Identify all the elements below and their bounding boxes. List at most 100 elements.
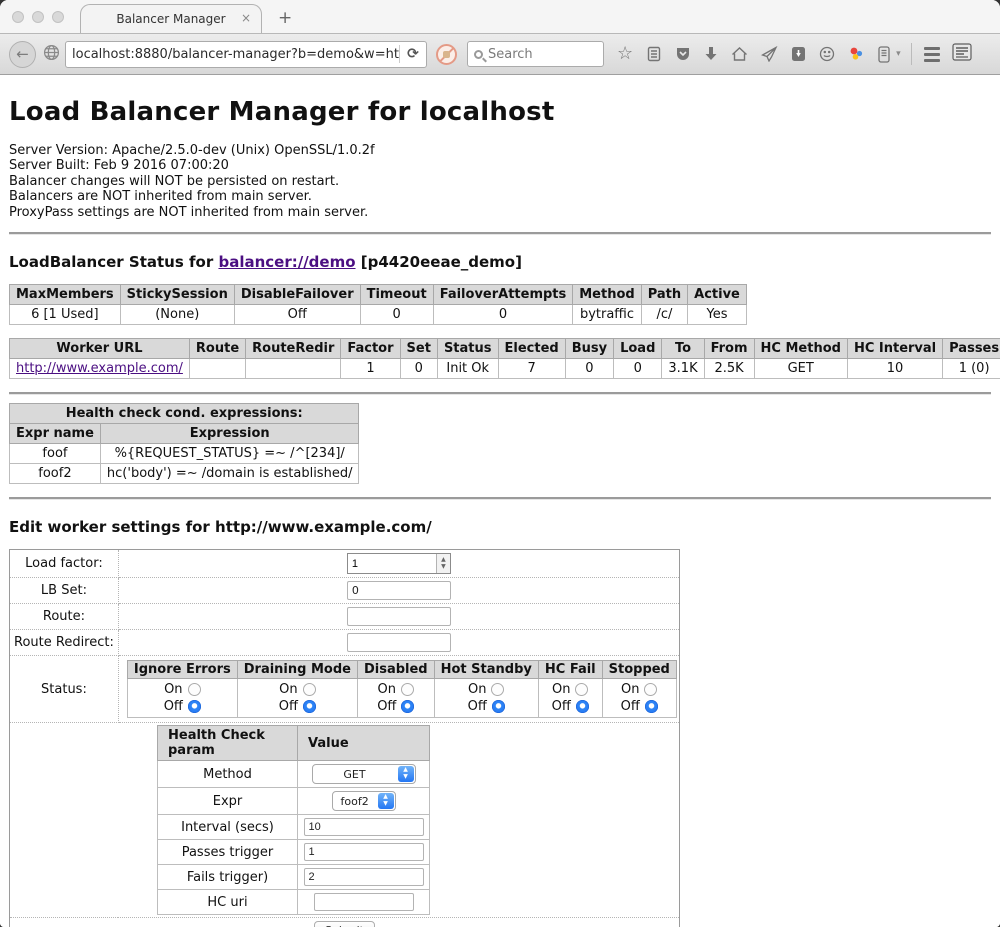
stopped-off-radio[interactable] <box>645 700 658 713</box>
hot-standby-on-radio[interactable] <box>491 683 504 696</box>
hc-uri-label: HC uri <box>158 890 298 915</box>
ignore-errors-off-radio[interactable] <box>188 700 201 713</box>
minimize-window-button[interactable] <box>32 11 44 23</box>
status-draining-mode-cell: On Off <box>237 679 357 718</box>
hc-passes-input[interactable] <box>304 843 424 861</box>
divider <box>9 232 991 235</box>
status-disabled-cell: On Off <box>357 679 434 718</box>
form-row-lb-set: LB Set: <box>10 578 680 604</box>
hc-interval-input[interactable] <box>304 818 424 836</box>
note-proxypass: ProxyPass settings are NOT inherited fro… <box>9 205 991 220</box>
lb-set-label: LB Set: <box>10 578 119 604</box>
ignore-errors-on-radio[interactable] <box>188 683 201 696</box>
route-input[interactable] <box>347 607 451 626</box>
spinner-arrows-icon[interactable]: ▲▼ <box>436 554 450 573</box>
load-factor-input[interactable] <box>348 554 436 573</box>
hc-fails-label: Fails trigger) <box>158 865 298 890</box>
hc-fails-input[interactable] <box>304 868 424 886</box>
server-info: Server Version: Apache/2.5.0-dev (Unix) … <box>9 143 991 220</box>
window-controls[interactable] <box>12 11 64 23</box>
table-row: 6 [1 Used] (None) Off 0 0 bytraffic /c/ … <box>10 305 747 325</box>
hc-fail-on-radio[interactable] <box>575 683 588 696</box>
hot-standby-off-radio[interactable] <box>492 700 505 713</box>
page-title: Load Balancer Manager for localhost <box>9 75 991 127</box>
load-factor-stepper[interactable]: ▲▼ <box>347 553 451 574</box>
worker-status-table: Worker URL Route RouteRedir Factor Set S… <box>9 338 1000 379</box>
form-row-route: Route: <box>10 604 680 630</box>
hc-interval-label: Interval (secs) <box>158 815 298 840</box>
edit-worker-heading: Edit worker settings for http://www.exam… <box>9 518 991 536</box>
edit-worker-form: Load factor: ▲▼ LB Set: Route: Route Red… <box>9 549 680 927</box>
form-row-load-factor: Load factor: ▲▼ <box>10 550 680 578</box>
tab-bar: Balancer Manager × + <box>0 0 1000 34</box>
hc-fail-off-radio[interactable] <box>576 700 589 713</box>
search-placeholder: Search <box>488 47 533 62</box>
reload-icon[interactable]: ⟳ <box>400 46 426 62</box>
save-to-device-icon[interactable] <box>791 46 806 62</box>
select-arrows-icon: ▲▼ <box>398 766 414 782</box>
pocket-icon[interactable] <box>675 46 691 62</box>
disabled-on-radio[interactable] <box>401 683 414 696</box>
feedback-smiley-icon[interactable] <box>819 46 835 62</box>
page-content: Load Balancer Manager for localhost Serv… <box>0 75 1000 927</box>
status-hc-fail-cell: On Off <box>538 679 602 718</box>
server-version: Server Version: Apache/2.5.0-dev (Unix) … <box>9 143 991 158</box>
hc-expr-select[interactable]: foof2 ▲▼ <box>332 791 396 811</box>
hc-expressions-title: Health check cond. expressions: <box>10 404 359 424</box>
content-blocked-icon[interactable] <box>436 44 457 65</box>
grid-icon[interactable] <box>952 43 972 65</box>
balancer-status-heading: LoadBalancer Status for balancer://demo … <box>9 253 991 271</box>
toolbar-buttons: ☆ <box>617 45 901 63</box>
nav-toolbar: ← localhost:8880/balancer-manager?b=demo… <box>0 34 1000 75</box>
hamburger-menu-icon[interactable] <box>924 47 940 62</box>
route-redirect-input[interactable] <box>347 633 451 652</box>
new-tab-button[interactable]: + <box>278 8 292 28</box>
draining-mode-on-radio[interactable] <box>303 683 316 696</box>
search-input[interactable]: Search <box>467 41 604 67</box>
download-icon[interactable] <box>704 46 718 62</box>
hc-uri-input[interactable] <box>314 893 414 911</box>
hc-expressions-table: Health check cond. expressions: Expr nam… <box>9 403 359 484</box>
status-hot-standby-cell: On Off <box>434 679 538 718</box>
health-check-table: Health Check param Value Method GET ▲▼ <box>157 725 430 915</box>
table-row: Fails trigger) <box>158 865 430 890</box>
zoom-window-button[interactable] <box>52 11 64 23</box>
reading-list-icon[interactable] <box>646 46 662 62</box>
disabled-off-radio[interactable] <box>401 700 414 713</box>
balancer-status-table: MaxMembers StickySession DisableFailover… <box>9 284 747 325</box>
url-text[interactable]: localhost:8880/balancer-manager?b=demo&w… <box>66 47 399 62</box>
form-row-health-check: Health Check param Value Method GET ▲▼ <box>10 723 680 918</box>
bookmark-star-icon[interactable]: ☆ <box>617 45 633 63</box>
hc-method-select[interactable]: GET ▲▼ <box>312 764 416 784</box>
submit-button[interactable]: Submit <box>314 921 375 927</box>
url-bar[interactable]: localhost:8880/balancer-manager?b=demo&w… <box>65 41 427 68</box>
chevron-down-icon[interactable]: ▾ <box>896 49 901 59</box>
close-window-button[interactable] <box>12 11 24 23</box>
note-persist: Balancer changes will NOT be persisted o… <box>9 174 991 189</box>
status-radio-table: Ignore Errors Draining Mode Disabled Hot… <box>127 660 677 718</box>
sidebar-panel-icon[interactable] <box>878 46 890 63</box>
tab-title: Balancer Manager <box>116 12 225 26</box>
balancer-demo-link[interactable]: balancer://demo <box>218 253 355 271</box>
browser-window: Balancer Manager × + ← localhost:8880/ba… <box>0 0 1000 927</box>
draining-mode-off-radio[interactable] <box>303 700 316 713</box>
note-balancers: Balancers are NOT inherited from main se… <box>9 189 991 204</box>
lb-set-input[interactable] <box>347 581 451 600</box>
hc-method-label: Method <box>158 761 298 788</box>
table-row: Interval (secs) <box>158 815 430 840</box>
send-icon[interactable] <box>761 46 778 62</box>
table-row: http://www.example.com/ 1 0 Init Ok 7 0 … <box>10 359 1000 379</box>
stopped-on-radio[interactable] <box>644 683 657 696</box>
back-icon[interactable]: ← <box>9 41 36 68</box>
search-icon <box>474 50 483 59</box>
worker-url-link[interactable]: http://www.example.com/ <box>16 361 183 376</box>
table-row: HC uri <box>158 890 430 915</box>
form-row-status: Status: Ignore Errors Draining Mode Disa… <box>10 656 680 723</box>
account-dots-icon[interactable] <box>848 46 865 62</box>
home-icon[interactable] <box>731 46 748 62</box>
route-redirect-label: Route Redirect: <box>10 630 119 656</box>
tab-close-icon[interactable]: × <box>241 12 251 24</box>
load-factor-label: Load factor: <box>10 550 119 578</box>
table-row: foof2 hc('body') =~ /domain is establish… <box>10 464 359 484</box>
tab-balancer-manager[interactable]: Balancer Manager × <box>80 4 262 33</box>
